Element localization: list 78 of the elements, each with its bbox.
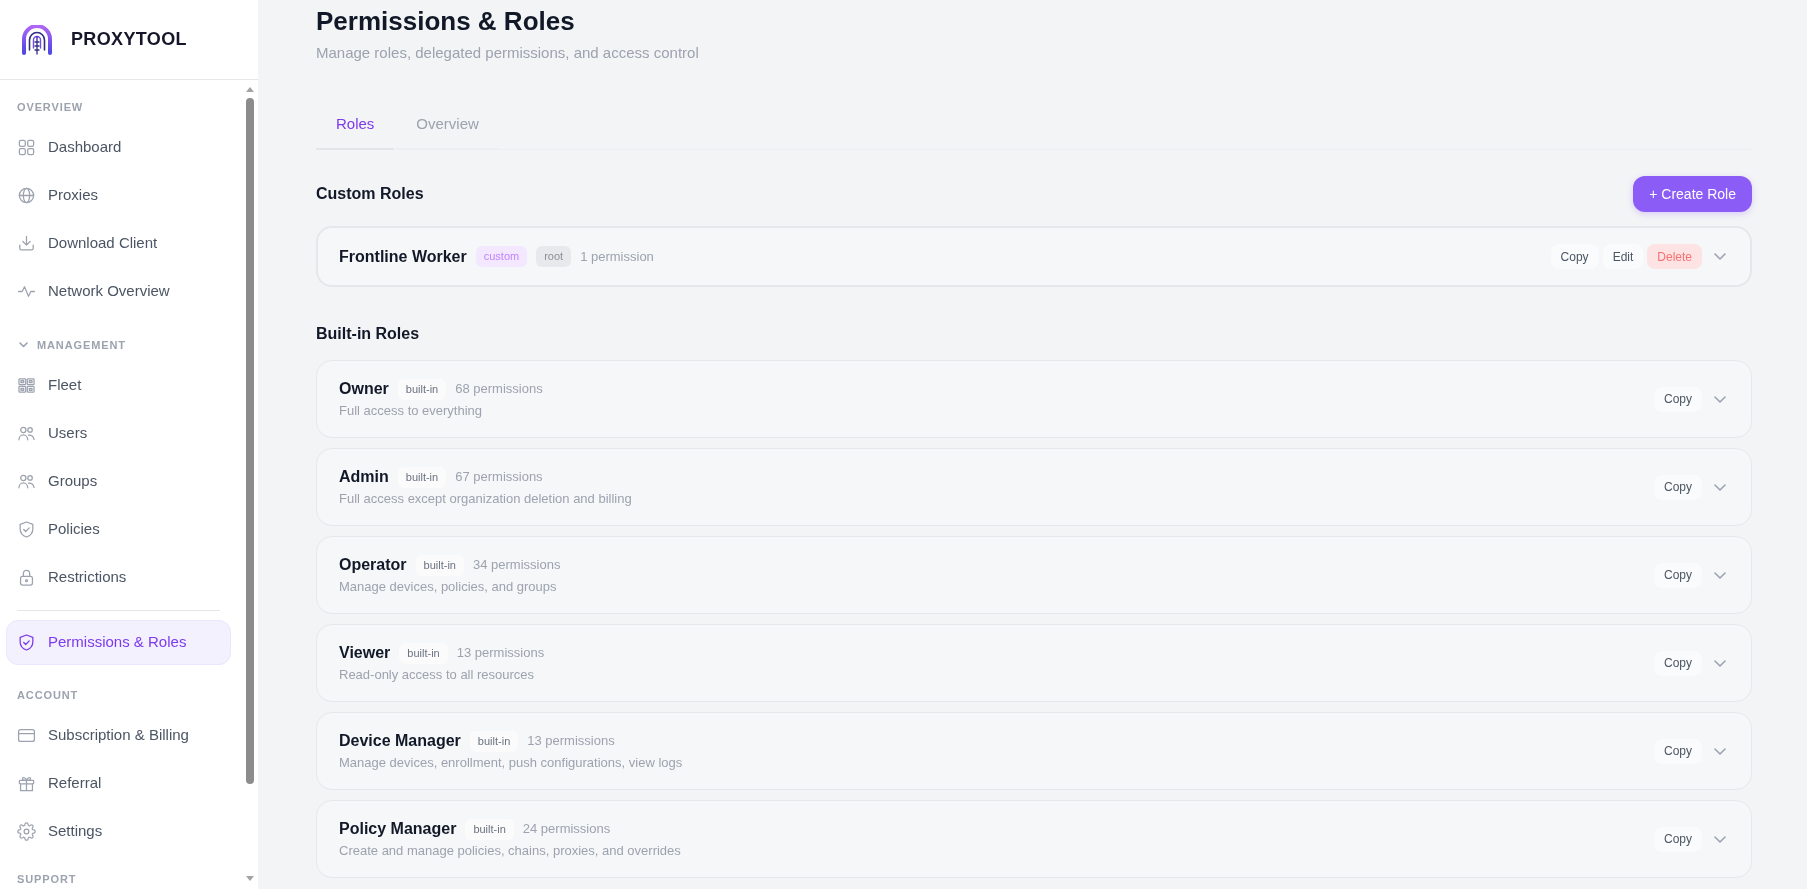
section-label: SUPPORT — [17, 873, 77, 885]
sidebar-item[interactable]: Restrictions — [0, 553, 135, 601]
tiles-icon — [17, 375, 36, 395]
chevron-down-icon[interactable] — [1714, 747, 1726, 755]
section-label: ACCOUNT — [17, 689, 79, 701]
sidebar-item[interactable]: Settings — [0, 807, 111, 855]
role-name: Frontline Worker — [339, 246, 467, 267]
tab[interactable]: Roles — [316, 100, 395, 150]
role-tag: built-in — [399, 642, 448, 664]
sidebar-item[interactable]: Permissions & Roles — [6, 620, 231, 665]
scroll-down-arrow-icon[interactable] — [246, 876, 254, 881]
role-tag: built-in — [397, 466, 447, 488]
lock-icon — [17, 567, 36, 587]
grid-icon — [17, 137, 36, 157]
shield-check-icon — [17, 519, 36, 539]
permission-count: 13 permissions — [456, 644, 545, 663]
sidebar-item[interactable]: Network Overview — [0, 267, 178, 315]
role-description: Full access to everything — [339, 402, 483, 419]
permission-count: 34 permissions — [473, 556, 561, 575]
copy-button[interactable]: Copy — [1654, 474, 1702, 500]
sidebar-item[interactable]: Referral — [0, 759, 110, 807]
page-subtitle: Manage roles, delegated permissions, and access control — [316, 43, 699, 63]
globe-icon — [17, 185, 36, 205]
download-icon — [17, 233, 36, 253]
chevron-down-icon[interactable] — [1714, 571, 1726, 579]
sidebar-item[interactable]: Subscription & Billing — [0, 711, 197, 759]
permission-count: 67 permissions — [455, 468, 543, 487]
role-description: Read-only access to all resources — [339, 666, 535, 683]
permission-count: 68 permissions — [455, 380, 543, 399]
role-tag: built-in — [469, 730, 519, 752]
role-name: Admin — [339, 467, 389, 487]
scroll-up-arrow-icon[interactable] — [246, 87, 254, 92]
copy-button[interactable]: Copy — [1654, 562, 1702, 588]
chevron-down-icon[interactable] — [1714, 253, 1726, 260]
copy-button[interactable]: Copy — [1654, 386, 1702, 412]
section-heading: Built-in Roles — [316, 324, 420, 344]
copy-button[interactable]: Copy — [1654, 650, 1702, 676]
sidebar-item[interactable]: Dashboard — [0, 123, 130, 171]
role-name: Operator — [339, 555, 407, 575]
section-heading: Custom Roles — [316, 184, 424, 204]
scrollbar-thumb[interactable] — [246, 98, 254, 784]
create-role-button[interactable]: + Create Role — [1633, 176, 1752, 212]
copy-button[interactable]: Copy — [1550, 244, 1599, 269]
page-title: Permissions & Roles — [316, 5, 575, 37]
role-description: Create and manage policies, chains, proxies, and overrides — [339, 842, 681, 859]
brand-name: PROXYTOOL — [71, 28, 187, 51]
sidebar-item[interactable]: Fleet — [0, 361, 90, 409]
sidebar-item[interactable]: Policies — [0, 505, 108, 553]
role-name: Viewer — [339, 643, 391, 663]
role-tag: built-in — [415, 554, 464, 576]
logo-icon — [21, 24, 53, 55]
sidebar-item[interactable]: Groups — [0, 457, 106, 505]
shield-check-icon — [17, 633, 36, 652]
sidebar-item[interactable]: Proxies — [0, 171, 107, 219]
role-tag: built-in — [465, 818, 514, 840]
role-name: Owner — [339, 379, 389, 399]
role-tag: root — [536, 246, 572, 267]
edit-button[interactable]: Edit — [1602, 244, 1644, 269]
chevron-down-icon[interactable] — [1714, 483, 1726, 491]
chevron-down-icon[interactable] — [1714, 835, 1726, 843]
section-label: OVERVIEW — [17, 101, 84, 113]
permission-count: 1 permission — [580, 247, 654, 266]
chevron-down-icon[interactable] — [1714, 395, 1726, 403]
permission-count: 24 permissions — [522, 820, 611, 839]
chevron-down-icon[interactable] — [1714, 659, 1726, 667]
copy-button[interactable]: Copy — [1654, 738, 1702, 764]
sidebar-item[interactable]: Download Client — [0, 219, 166, 267]
permission-count: 13 permissions — [527, 732, 615, 751]
role-name: Device Manager — [339, 731, 461, 751]
role-description: Manage devices, policies, and groups — [339, 578, 557, 595]
copy-button[interactable]: Copy — [1654, 826, 1702, 852]
role-description: Full access except organization deletion and billing — [339, 490, 632, 507]
role-description: Manage devices, enrollment, push configurations, view logs — [339, 754, 683, 771]
role-tag: built-in — [397, 378, 447, 400]
role-name: Policy Manager — [339, 819, 457, 839]
sidebar-item[interactable]: Users — [0, 409, 96, 457]
role-tag: custom — [475, 246, 528, 267]
settings-icon — [17, 821, 36, 841]
